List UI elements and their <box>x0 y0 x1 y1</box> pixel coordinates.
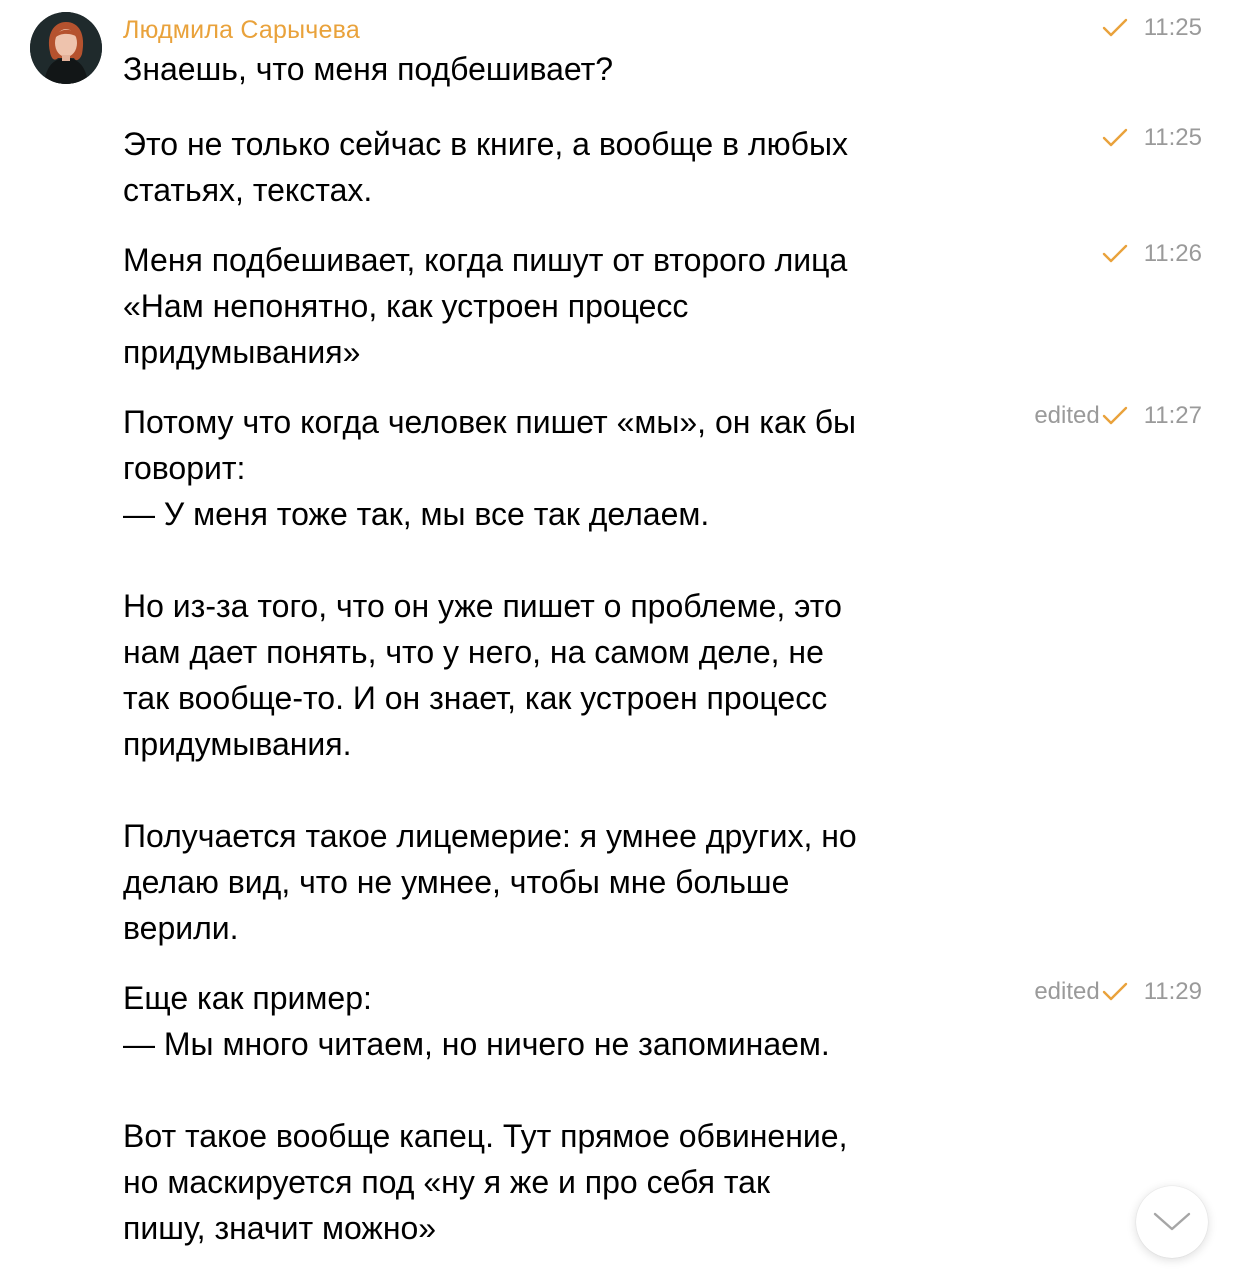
message-meta: 11:25 <box>1100 13 1202 43</box>
avatar-image <box>30 12 102 84</box>
avatar[interactable] <box>30 12 102 84</box>
message-meta: 11:25 <box>1100 123 1202 153</box>
message-text: Потому что когда человек пишет «мы», он … <box>123 404 857 946</box>
message-text: Знаешь, что меня подбешивает? <box>123 51 614 87</box>
check-icon <box>1102 18 1127 37</box>
check-icon <box>1102 128 1127 147</box>
message-text: Еще как пример: — Мы много читаем, но ни… <box>123 980 848 1246</box>
check-icon <box>1102 406 1127 425</box>
message-time: 11:29 <box>1143 978 1202 1005</box>
message-time: 11:26 <box>1143 240 1202 267</box>
edited-label: edited <box>1034 402 1100 429</box>
message-meta: 11:26 <box>1100 239 1202 269</box>
chevron-down-icon <box>1153 1212 1191 1231</box>
message-meta: edited 11:29 <box>1034 977 1202 1007</box>
message-meta: edited 11:27 <box>1034 401 1202 431</box>
message-time: 11:25 <box>1143 124 1202 151</box>
check-icon <box>1102 244 1127 263</box>
message-text: Это не только сейчас в книге, а вообще в… <box>123 126 848 208</box>
message-text: Меня подбешивает, когда пишут от второго… <box>123 242 848 370</box>
sender-name[interactable]: Людмила Сарычева <box>123 15 360 45</box>
message-time: 11:25 <box>1143 14 1202 41</box>
message-time: 11:27 <box>1143 402 1202 429</box>
check-icon <box>1102 982 1127 1001</box>
edited-label: edited <box>1034 978 1100 1005</box>
scroll-to-bottom-button[interactable] <box>1136 1186 1208 1258</box>
